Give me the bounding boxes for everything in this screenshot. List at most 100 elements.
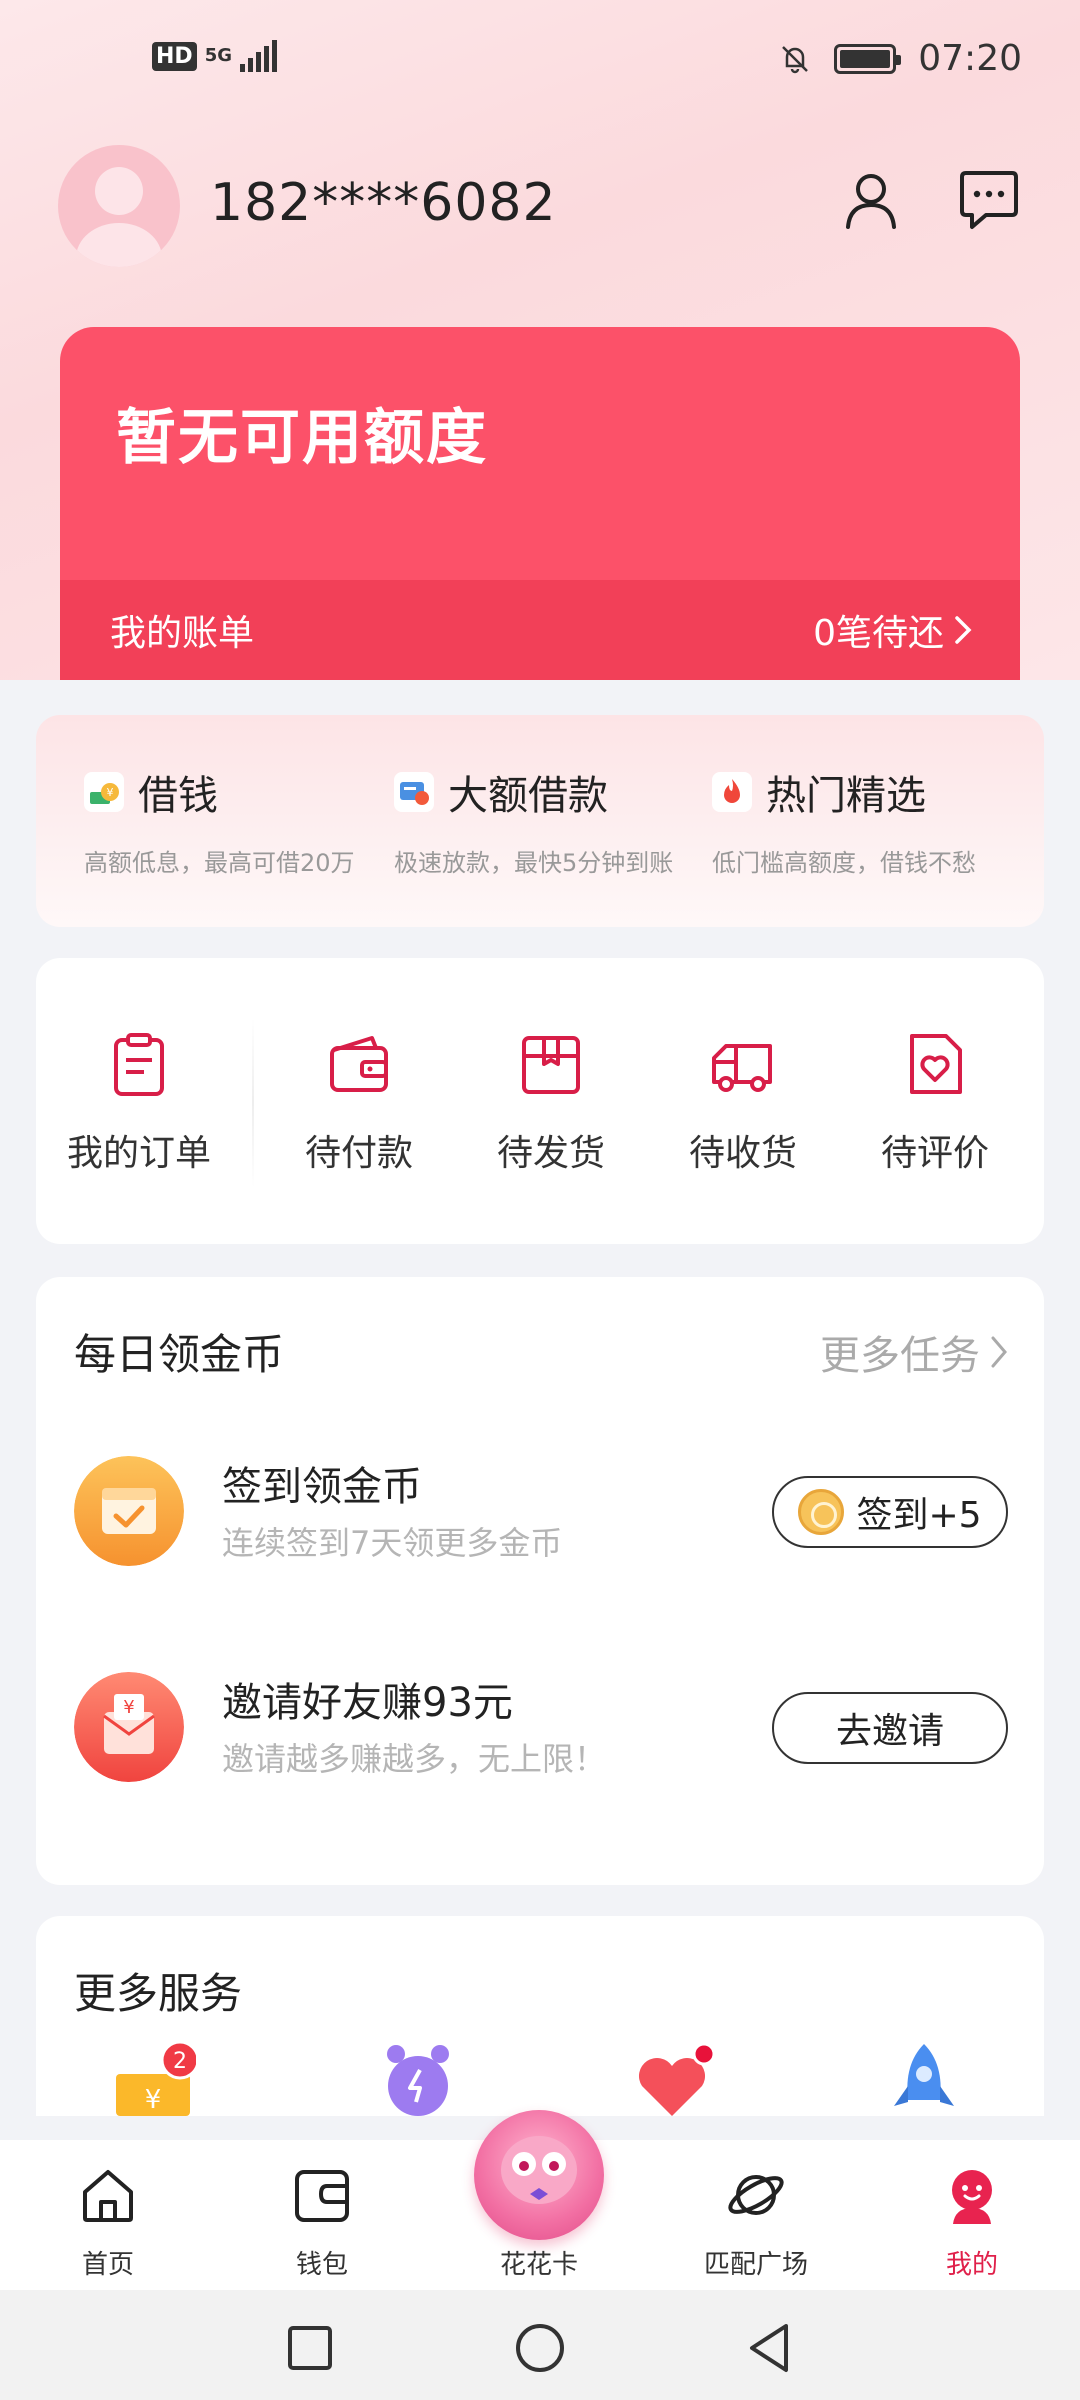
order-pending-payment[interactable]: 待付款 [264,1030,454,1176]
loan-desc: 高额低息，最高可借20万 [84,849,355,877]
wallet-icon [330,1036,388,1092]
message-icon[interactable] [956,167,1022,233]
credit-card[interactable]: 暂无可用额度 我的账单 0笔待还 [60,327,1020,680]
hd-badge: HD [152,41,197,71]
nav-label: 匹配广场 [703,2250,808,2280]
order-label: 待付款 [304,1133,413,1174]
bill-status: 0笔待还 [813,613,944,654]
loan-title: 热门精选 [766,773,926,819]
order-label: 待发货 [496,1133,605,1174]
back-button[interactable] [742,2320,798,2376]
loan-title: 大额借款 [448,773,608,819]
svg-text:¥: ¥ [145,2085,162,2115]
nav-match-square[interactable]: 匹配广场 [676,2164,836,2281]
order-pending-shipment[interactable]: 待发货 [456,1030,646,1176]
heart-note-icon [910,1034,962,1094]
more-tasks-label: 更多任务 [820,1333,980,1379]
svg-text:¥: ¥ [123,1697,134,1718]
nav-label-huahua: 花花卡 [499,2250,578,2280]
alarm-clock-icon [387,2045,449,2116]
loan-card: ¥ 借钱 高额低息，最高可借20万 大额借款 极速放款，最快5分钟到账 热门精选… [36,715,1044,927]
task-row-invite: ¥ 邀请好友赚93元 邀请越多赚越多，无上限！ 去邀请 [74,1668,1008,1788]
order-pending-review[interactable]: 待评价 [840,1030,1030,1176]
money-bag-icon: ¥ [84,772,124,812]
avatar[interactable] [58,145,180,267]
truck-icon [712,1044,772,1092]
checkin-button-label: 签到+5 [856,1495,982,1536]
order-my-orders[interactable]: 我的订单 [44,1030,234,1176]
battery-icon [834,43,902,74]
loan-desc: 极速放款，最快5分钟到账 [394,849,674,877]
wallet-icon [295,2170,349,2222]
service-badge: 2 [173,2049,187,2074]
user-icon[interactable] [838,167,904,233]
order-pending-receipt[interactable]: 待收货 [648,1030,838,1176]
huahua-card-icon[interactable] [474,2110,604,2240]
service-alarm[interactable] [382,2040,454,2120]
nav-label: 首页 [81,2250,134,2280]
task-title: 邀请好友赚93元 [222,1680,513,1726]
box-icon [522,1036,580,1094]
clock: 07:20 [918,38,1022,79]
services-card: 更多服务 ¥ 2 [36,1916,1044,2116]
bottom-nav: 首页 钱包 花花卡 匹配广场 我的 [0,2110,1080,2290]
home-icon [83,2170,133,2222]
order-divider [252,1018,254,1188]
task-desc: 邀请越多赚越多，无上限！ [222,1740,607,1778]
loan-desc: 低门槛高额度，借钱不愁 [712,849,976,877]
task-title: 签到领金币 [222,1464,422,1510]
order-label: 待收货 [688,1133,797,1174]
card-icon [394,772,434,812]
bill-status-link[interactable]: 0笔待还 [813,604,972,656]
calendar-check-icon [74,1456,184,1566]
nav-home[interactable]: 首页 [28,2164,188,2281]
credit-title: 暂无可用额度 [116,403,488,473]
network-type: 5G [204,45,232,66]
service-rocket[interactable] [888,2040,960,2120]
section-title: 更多服务 [74,1969,243,2018]
chevron-right-icon [991,1336,1007,1368]
loan-item-hot[interactable]: 热门精选 低门槛高额度，借钱不愁 [712,763,976,878]
mine-icon [952,2170,992,2224]
home-button[interactable] [512,2320,568,2376]
task-row-checkin: 签到领金币 连续签到7天领更多金币 签到+5 [74,1452,1008,1572]
invite-button[interactable]: 去邀请 [772,1692,1008,1764]
status-right: 07:20 [778,38,1022,79]
bill-bar[interactable]: 我的账单 0笔待还 [60,580,1020,680]
checkin-button[interactable]: 签到+5 [772,1476,1008,1548]
svg-text:¥: ¥ [107,786,114,799]
network-indicator: HD 5G [152,40,277,72]
task-desc: 连续签到7天领更多金币 [222,1524,563,1562]
order-label: 待评价 [880,1133,989,1174]
invite-button-label: 去邀请 [835,1711,944,1752]
loan-title: 借钱 [138,773,218,819]
red-envelope-icon: ¥ [74,1672,184,1782]
coin-icon [798,1489,845,1535]
rocket-icon [894,2044,954,2106]
planet-icon [728,2175,784,2215]
loan-item-large[interactable]: 大额借款 极速放款，最快5分钟到账 [394,763,673,878]
orders-card: 我的订单 待付款 待发货 待收货 待评价 [36,958,1044,1244]
signal-icon [240,40,277,72]
more-tasks-link[interactable]: 更多任务 [820,1323,1008,1381]
bill-label: 我的账单 [110,613,255,654]
profile-row: 182****6082 [58,145,1022,275]
nav-label: 我的 [945,2250,998,2280]
phone-number: 182****6082 [210,173,557,233]
nav-label: 钱包 [295,2250,348,2280]
daily-coins-card: 每日领金币 更多任务 签到领金币 连续签到7天领更多金币 签到+5 ¥ 邀请好友… [36,1277,1044,1885]
service-coupon[interactable]: ¥ 2 [116,2040,200,2120]
nav-mine[interactable]: 我的 [892,2164,1052,2281]
nav-wallet[interactable]: 钱包 [242,2164,402,2281]
coupon-icon: ¥ 2 [116,2040,200,2116]
heart-icon [638,2042,716,2116]
service-match[interactable] [636,2040,716,2120]
fire-icon [712,772,752,812]
loan-item-borrow[interactable]: ¥ 借钱 高额低息，最高可借20万 [84,763,355,878]
clipboard-icon [114,1033,164,1096]
recents-button[interactable] [282,2320,338,2376]
chevron-right-icon [955,616,972,644]
status-bar: HD 5G 07:20 [0,0,1080,120]
section-title: 每日领金币 [74,1330,285,1379]
system-nav-bar [0,2290,1080,2400]
